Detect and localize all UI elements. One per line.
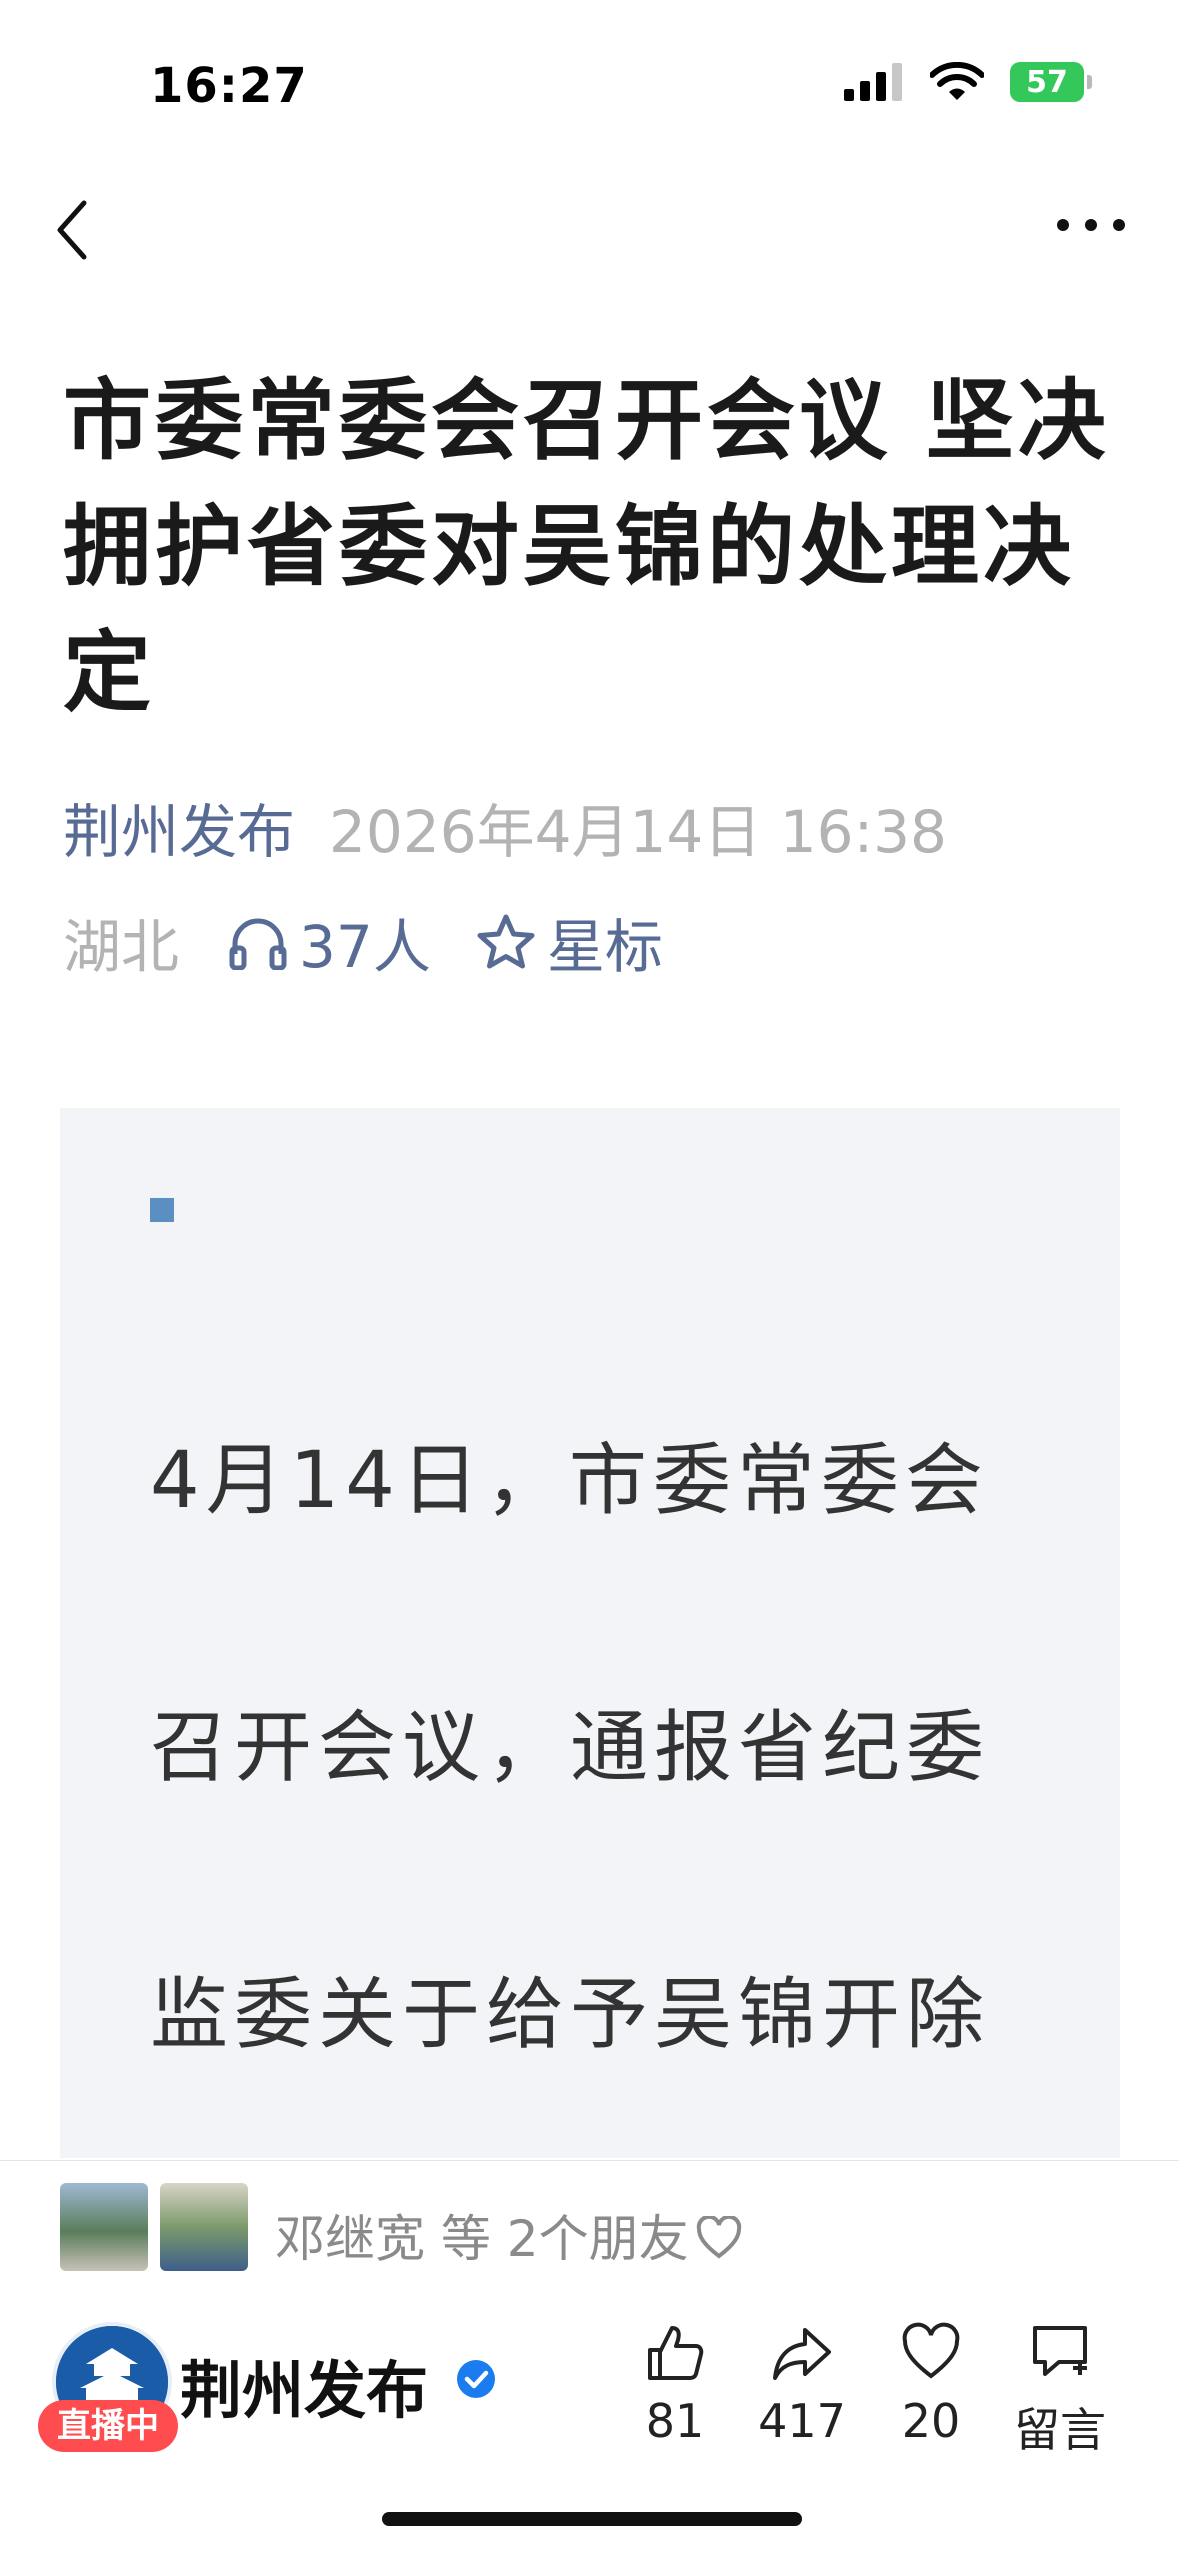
publish-datetime: 2026年4月14日 16:38 <box>329 798 947 866</box>
comment-button[interactable]: 留言 <box>1005 2322 1115 2460</box>
live-badge[interactable]: 直播中 <box>38 2400 178 2452</box>
article-title: 市委常委会召开会议 坚决拥护省委对吴锦的处理决定 <box>63 369 1110 724</box>
status-time: 16:27 <box>150 58 308 114</box>
article-body: 4月14日，市委常委会召开会议，通报省纪委监委关于给予吴锦开除 <box>60 1108 1120 2158</box>
more-options-icon[interactable] <box>1051 200 1131 250</box>
favorite-button[interactable]: 20 <box>876 2322 986 2448</box>
heart-outline-icon <box>696 2214 741 2259</box>
star-button[interactable]: 星标 <box>475 900 663 984</box>
article-meta: 荆州发布 2026年4月14日 16:38 <box>63 785 947 869</box>
status-icons: 57 <box>844 62 1092 102</box>
comment-label: 留言 <box>1014 2403 1106 2457</box>
star-icon <box>477 914 535 969</box>
location-label: 湖北 <box>63 913 180 981</box>
friends-names: 邓继宽 等 2个朋友 <box>275 2210 689 2268</box>
friend-avatar <box>160 2183 248 2271</box>
friends-liked-row[interactable]: 邓继宽 等 2个朋友 <box>0 2160 1179 2301</box>
star-label: 星标 <box>546 913 663 981</box>
home-indicator[interactable] <box>382 2512 802 2526</box>
verified-icon <box>457 2360 495 2398</box>
back-icon[interactable] <box>48 195 108 265</box>
battery-indicator: 57 <box>1010 62 1092 102</box>
signal-icon <box>844 63 902 101</box>
listeners-count: 37人 <box>299 913 431 981</box>
battery-level: 57 <box>1026 64 1068 100</box>
share-button[interactable]: 417 <box>747 2322 857 2448</box>
author-link[interactable]: 荆州发布 <box>63 798 295 866</box>
heart-icon <box>902 2322 960 2379</box>
article-paragraph: 4月14日，市委常委会召开会议，通报省纪委监委关于给予吴锦开除 <box>150 1436 991 2060</box>
wifi-icon <box>930 62 984 100</box>
like-count: 81 <box>645 2394 705 2448</box>
share-count: 417 <box>758 2394 846 2448</box>
article-meta-secondary: 湖北 37人 星标 <box>63 900 663 984</box>
share-arrow-icon <box>773 2328 831 2380</box>
thumbs-up-icon <box>648 2326 704 2380</box>
listen-button[interactable]: 37人 <box>227 900 431 984</box>
account-name[interactable]: 荆州发布 <box>180 2340 428 2430</box>
headphones-icon <box>229 918 287 970</box>
like-button[interactable]: 81 <box>620 2322 730 2448</box>
friend-avatar <box>60 2183 148 2271</box>
bullet-marker <box>150 1198 174 1222</box>
favorite-count: 20 <box>901 2394 961 2448</box>
friends-text: 邓继宽 等 2个朋友 <box>275 2199 743 2271</box>
comment-add-icon <box>1033 2326 1087 2376</box>
